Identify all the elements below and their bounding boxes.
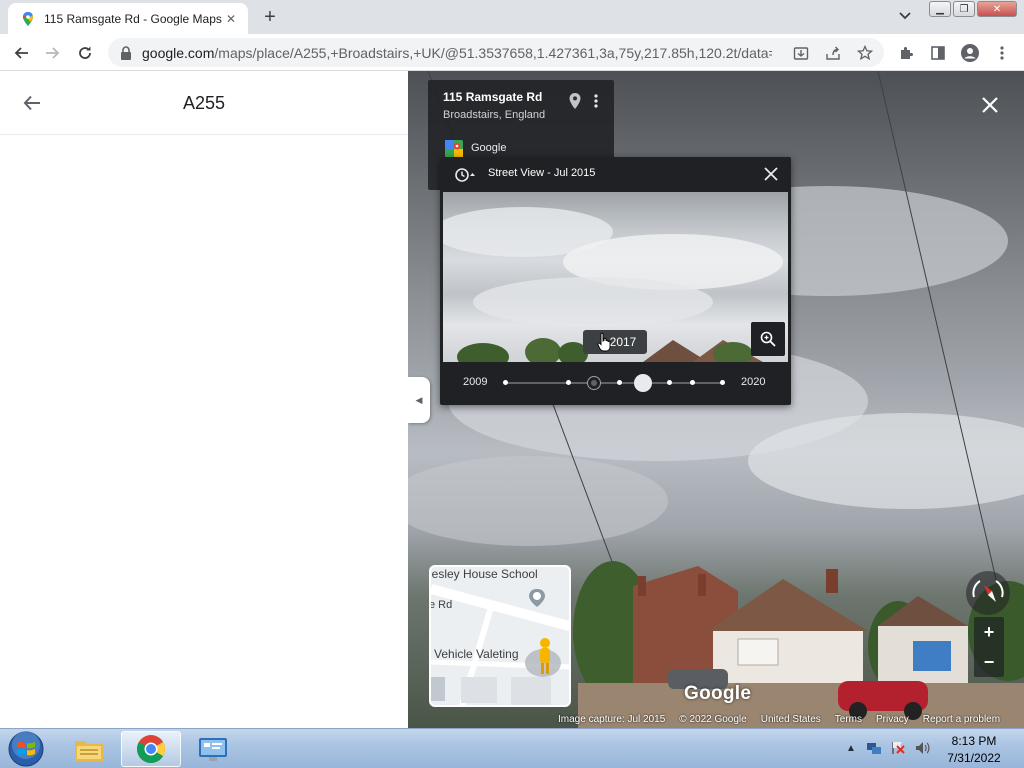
google-maps-icon xyxy=(445,140,463,158)
tab-strip: 115 Ramsgate Rd - Google Maps ✕ + ▁ ❐ ✕ xyxy=(0,0,1024,34)
restore-button[interactable]: ❐ xyxy=(953,1,975,17)
forward-arrow-icon[interactable] xyxy=(40,40,66,66)
provider-name: Google xyxy=(471,142,507,154)
share-icon[interactable] xyxy=(824,44,842,62)
slider-stop[interactable] xyxy=(566,380,571,385)
place-panel: A255 xyxy=(0,71,408,728)
maps-favicon xyxy=(20,11,36,27)
zoom-icon[interactable] xyxy=(751,322,785,356)
time-travel-header: Street View - Jul 2015 xyxy=(440,157,791,191)
map-label: Vehicle Valeting xyxy=(434,647,519,661)
show-hidden-icons[interactable]: ▲ xyxy=(843,740,859,756)
image-capture-date: Image capture: Jul 2015 xyxy=(558,714,666,725)
terms-link[interactable]: Terms xyxy=(835,714,862,728)
explorer-icon[interactable] xyxy=(59,731,119,767)
chrome-icon[interactable] xyxy=(121,731,181,767)
url-path: /maps/place/A255,+Broadstairs,+UK/@51.35… xyxy=(214,44,772,61)
close-icon[interactable] xyxy=(976,91,1004,119)
privacy-link[interactable]: Privacy xyxy=(876,714,909,728)
map-label: lesley House School xyxy=(429,567,538,581)
url-host: google.com xyxy=(142,44,215,61)
more-vert-icon[interactable] xyxy=(591,92,601,110)
zoom-out-button[interactable]: − xyxy=(974,647,1004,677)
year-tooltip: 2017 xyxy=(583,330,647,354)
tab-title: 115 Ramsgate Rd - Google Maps xyxy=(44,11,222,26)
close-icon[interactable] xyxy=(762,165,780,183)
zoom-controls: + − xyxy=(974,617,1004,677)
slider-stop[interactable] xyxy=(617,380,622,385)
slider-stop[interactable] xyxy=(720,380,725,385)
sidepanel-icon[interactable] xyxy=(928,43,948,63)
tooltip-year: 2017 xyxy=(609,335,637,349)
slider-thumb[interactable] xyxy=(634,374,652,392)
new-tab-button[interactable]: + xyxy=(258,5,282,29)
compass-icon[interactable] xyxy=(966,571,1010,615)
network-icon[interactable] xyxy=(866,740,882,756)
google-logo: Google xyxy=(684,683,752,704)
history-clock-icon[interactable] xyxy=(454,167,476,183)
report-problem-link[interactable]: Report a problem xyxy=(923,714,1000,728)
time-travel-title: Street View - Jul 2015 xyxy=(488,167,596,179)
reload-icon[interactable] xyxy=(72,40,98,66)
volume-icon[interactable] xyxy=(914,740,930,756)
extensions-icon[interactable] xyxy=(896,43,916,63)
locality: Broadstairs, England xyxy=(443,109,546,121)
install-icon[interactable] xyxy=(792,44,810,62)
country-link[interactable]: United States xyxy=(761,714,821,728)
control-panel-icon[interactable] xyxy=(183,731,243,767)
chevron-down-icon[interactable] xyxy=(896,7,914,25)
menu-icon[interactable] xyxy=(992,43,1012,63)
address-bar[interactable]: google.com/maps/place/A255,+Broadstairs,… xyxy=(108,38,884,67)
slider-stop[interactable] xyxy=(690,380,695,385)
slider-stop[interactable] xyxy=(667,380,672,385)
tab-google-maps[interactable]: 115 Ramsgate Rd - Google Maps ✕ xyxy=(8,3,248,34)
back-arrow-icon[interactable] xyxy=(8,40,34,66)
panel-header: A255 xyxy=(0,71,408,135)
star-icon[interactable] xyxy=(856,44,874,62)
mini-map[interactable]: lesley House School e Rd Vehicle Valetin… xyxy=(429,565,571,707)
browser-toolbar: google.com/maps/place/A255,+Broadstairs,… xyxy=(0,34,1024,71)
page-title: A255 xyxy=(182,93,226,113)
slider-stop[interactable] xyxy=(503,380,508,385)
profile-icon[interactable] xyxy=(960,43,980,63)
map-label: e Rd xyxy=(429,599,453,611)
hand-cursor-icon xyxy=(597,332,611,352)
start-year: 2009 xyxy=(463,376,488,388)
clock-date[interactable]: 7/31/2022 xyxy=(940,751,1008,765)
pegman-icon[interactable] xyxy=(532,637,558,677)
tab-close-icon[interactable]: ✕ xyxy=(222,10,240,28)
window-close-button[interactable]: ✕ xyxy=(977,1,1017,17)
url-text: google.com/maps/place/A255,+Broadstairs,… xyxy=(142,45,772,61)
minimize-button[interactable]: ▁ xyxy=(929,1,951,17)
slider-stop-current[interactable] xyxy=(588,377,600,389)
clock-time[interactable]: 8:13 PM xyxy=(944,734,1004,748)
street-address: 115 Ramsgate Rd xyxy=(443,90,543,104)
taskbar: ▲ 8:13 PM 7/31/2022 xyxy=(0,728,1024,768)
action-center-icon[interactable] xyxy=(890,740,906,756)
map-footer: Image capture: Jul 2015 © 2022 Google Un… xyxy=(558,714,1000,728)
collapse-panel-button[interactable]: ◀ xyxy=(408,377,430,423)
windows-start-icon[interactable] xyxy=(6,731,46,767)
time-travel-panel: Street View - Jul 2015 2017 2009 2020 xyxy=(440,157,791,405)
zoom-in-button[interactable]: + xyxy=(974,617,1004,647)
street-view[interactable]: ◀ 115 Ramsgate Rd Broadstairs, England G… xyxy=(408,71,1024,728)
copyright: © 2022 Google xyxy=(679,714,747,725)
year-slider[interactable]: 2009 2020 xyxy=(440,367,791,397)
pin-icon[interactable] xyxy=(568,92,582,110)
end-year: 2020 xyxy=(741,376,766,388)
lock-icon[interactable] xyxy=(120,45,132,60)
